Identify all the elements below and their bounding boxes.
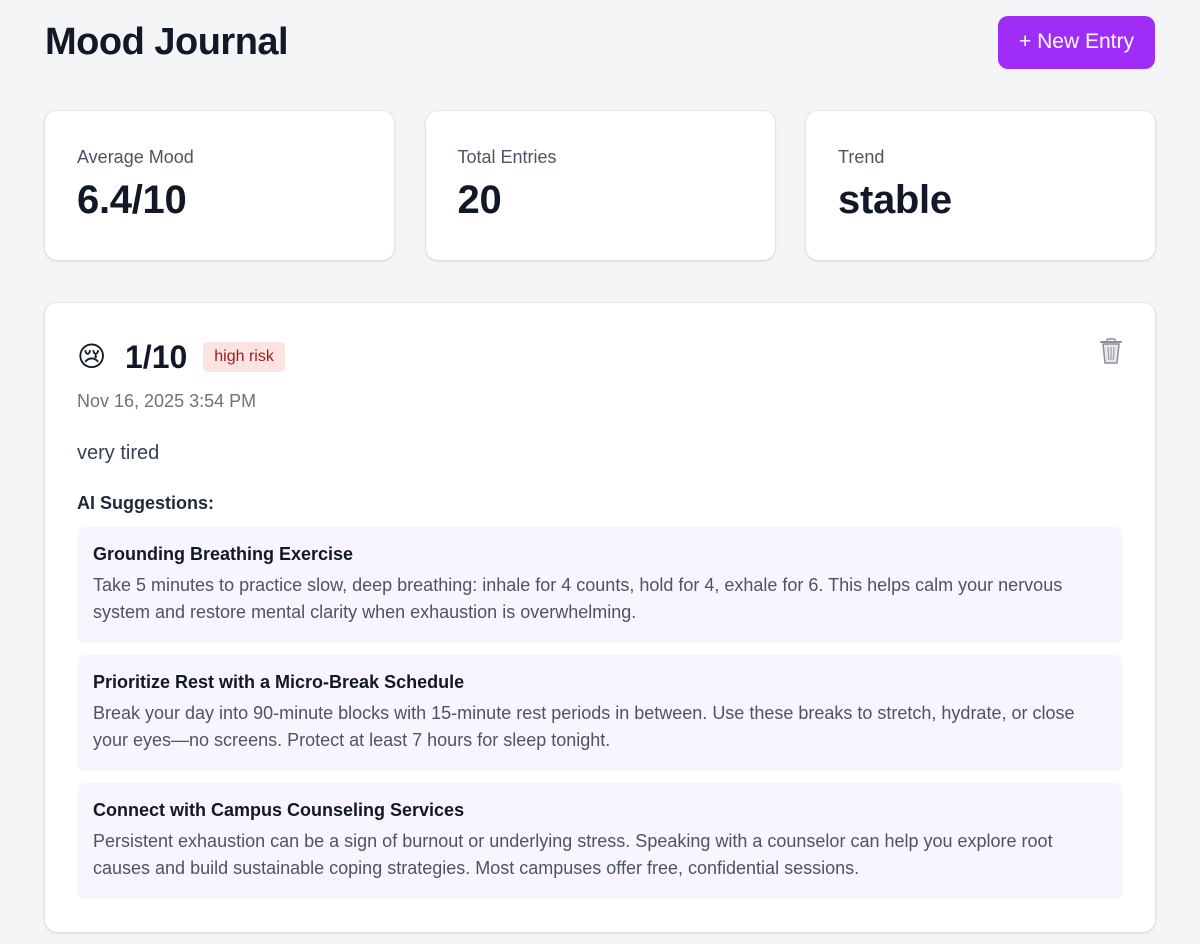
stat-value: 6.4/10 — [77, 178, 187, 222]
stat-value: 20 — [457, 178, 502, 222]
new-entry-button[interactable]: + New Entry — [998, 15, 1155, 69]
suggestion-title: Grounding Breathing Exercise — [93, 544, 354, 564]
stat-card-average-mood: Average Mood 6.4/10 — [45, 111, 394, 260]
suggestion-item: Grounding Breathing Exercise Take 5 minu… — [77, 527, 1123, 643]
mood-entry-card: 😢 1/10 high risk Nov 16, 2025 3:54 PM ve… — [45, 303, 1155, 932]
crying-face-icon: 😢 — [77, 341, 107, 372]
risk-badge: high risk — [203, 342, 285, 372]
stat-label: Trend — [838, 147, 885, 167]
mood-score: 1/10 — [125, 338, 188, 375]
suggestion-body: Persistent exhaustion can be a sign of b… — [93, 831, 1053, 878]
suggestion-item: Prioritize Rest with a Micro-Break Sched… — [77, 655, 1123, 771]
mood-journal-page: Mood Journal + New Entry Average Mood 6.… — [0, 0, 1200, 944]
suggestions-heading: AI Suggestions: — [77, 493, 215, 513]
stat-card-total-entries: Total Entries 20 — [425, 111, 775, 260]
suggestion-title: Prioritize Rest with a Micro-Break Sched… — [93, 672, 465, 692]
stat-card-trend: Trend stable — [806, 111, 1155, 260]
page-title: Mood Journal — [45, 20, 289, 63]
stat-label: Total Entries — [457, 147, 557, 167]
suggestion-body: Break your day into 90-minute blocks wit… — [93, 703, 1075, 750]
stat-label: Average Mood — [77, 147, 194, 167]
suggestions-list: Grounding Breathing Exercise Take 5 minu… — [77, 527, 1123, 899]
entry-header: 😢 1/10 high risk — [77, 339, 1123, 375]
suggestion-body: Take 5 minutes to practice slow, deep br… — [93, 575, 1063, 622]
entry-note: very tired — [77, 442, 160, 464]
stat-value: stable — [838, 178, 952, 222]
delete-entry-button[interactable] — [1097, 337, 1125, 365]
trash-icon — [1100, 338, 1122, 364]
suggestion-item: Connect with Campus Counseling Services … — [77, 783, 1123, 899]
suggestion-title: Connect with Campus Counseling Services — [93, 800, 465, 820]
entry-date: Nov 16, 2025 3:54 PM — [77, 391, 257, 411]
page-header: Mood Journal + New Entry — [45, 14, 1155, 70]
stats-row: Average Mood 6.4/10 Total Entries 20 Tre… — [45, 111, 1155, 260]
